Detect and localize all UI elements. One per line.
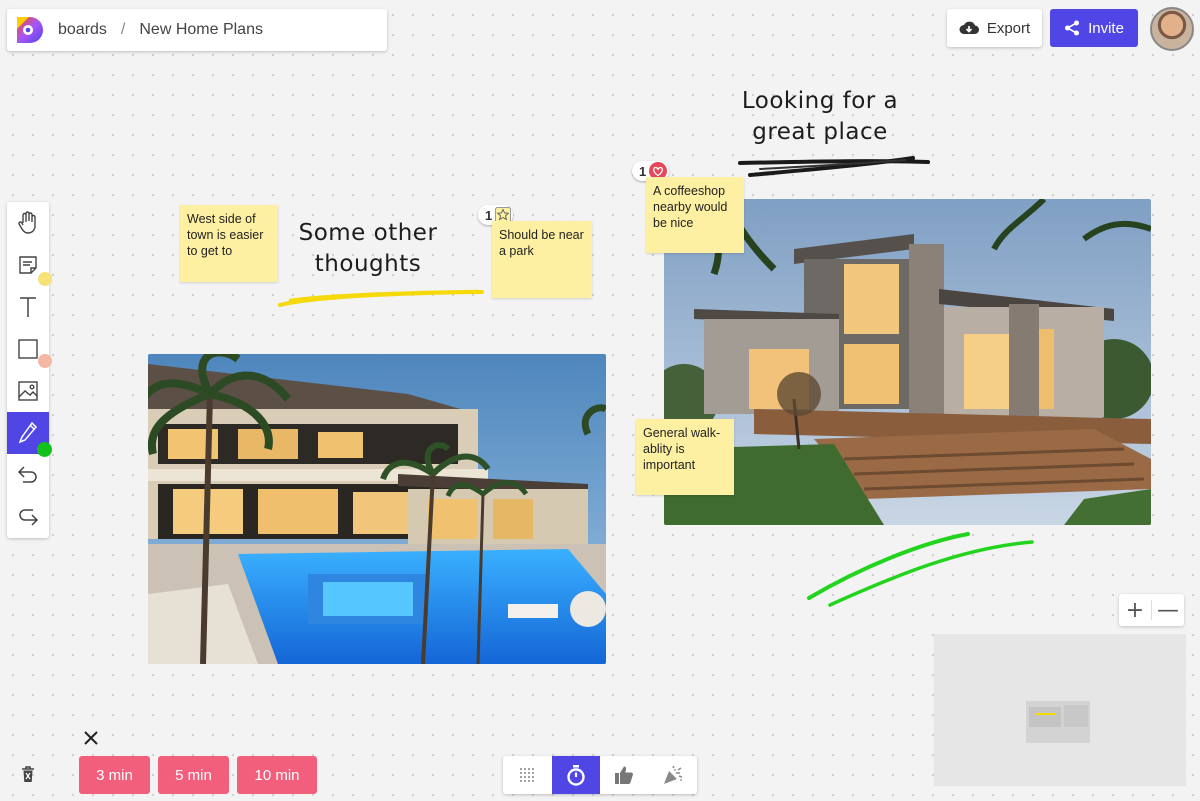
minimap-thumb [1064,705,1088,727]
activity-toolbar [503,756,697,794]
minimap[interactable] [934,634,1186,786]
breadcrumb-separator: / [120,21,126,38]
zoom-out-button[interactable]: — [1152,594,1184,626]
black-pen-stroke[interactable] [735,150,935,182]
minimap-viewport[interactable] [1026,701,1090,743]
vote-button[interactable] [600,756,649,794]
undo-button[interactable] [7,454,49,496]
breadcrumb: boards / New Home Plans [7,9,387,51]
drawing-toolbar [7,202,52,538]
sticky-note[interactable]: General walk-ablity is important [636,419,734,495]
user-avatar[interactable] [1150,7,1194,51]
breadcrumb-root-link[interactable]: boards [58,21,107,39]
export-button[interactable]: Export [947,9,1042,47]
timer-5-min-button[interactable]: 5 min [158,756,229,794]
timer-3-min-button[interactable]: 3 min [79,756,150,794]
sticky-color-dot[interactable] [38,272,52,286]
image-tool[interactable] [7,370,49,412]
zoom-controls: + — [1119,594,1184,626]
close-icon[interactable] [82,729,100,747]
sticky-note[interactable]: West side of town is easier to get to [180,205,278,282]
redo-button[interactable] [7,496,49,538]
sticky-note[interactable]: Should be near a park [492,221,592,298]
zoom-in-button[interactable]: + [1119,594,1151,626]
thumbs-up-icon [615,766,634,784]
rectangle-icon [18,339,38,359]
shape-color-dot[interactable] [38,354,52,368]
minimap-thumb [1029,707,1061,727]
sticky-note[interactable]: A coffeeshop nearby would be nice [646,177,744,253]
invite-button[interactable]: Invite [1050,9,1138,47]
pool-house-photo[interactable] [148,354,606,664]
pool-house-image [148,354,606,664]
timer-10-min-button[interactable]: 10 min [237,756,317,794]
share-icon [1065,20,1080,36]
handwritten-text[interactable]: Looking for a great place [720,86,920,148]
invite-label: Invite [1088,19,1124,37]
text-icon [20,297,36,317]
undo-icon [17,466,37,483]
celebrate-button[interactable] [649,756,698,794]
board-title[interactable]: New Home Plans [139,21,263,39]
minimap-thumb [1036,713,1056,715]
sticky-note-icon [19,256,37,274]
grid-toggle-button[interactable] [503,756,552,794]
green-pen-stroke[interactable] [800,528,1040,610]
export-label: Export [986,19,1031,37]
yellow-pen-stroke[interactable] [272,282,492,312]
app-logo-icon[interactable] [13,13,47,47]
handwritten-text[interactable]: Some other thoughts [284,218,452,280]
text-tool[interactable] [7,286,49,328]
cloud-download-icon [959,21,979,35]
redo-icon [19,509,39,526]
pen-icon [18,421,38,444]
timer-button[interactable] [551,756,600,794]
hand-icon [18,211,36,234]
trash-icon[interactable] [20,765,36,783]
hand-tool[interactable] [7,202,49,244]
stopwatch-icon [567,765,585,786]
image-icon [18,381,38,401]
grid-dots-icon [520,767,535,783]
party-popper-icon [663,765,682,784]
